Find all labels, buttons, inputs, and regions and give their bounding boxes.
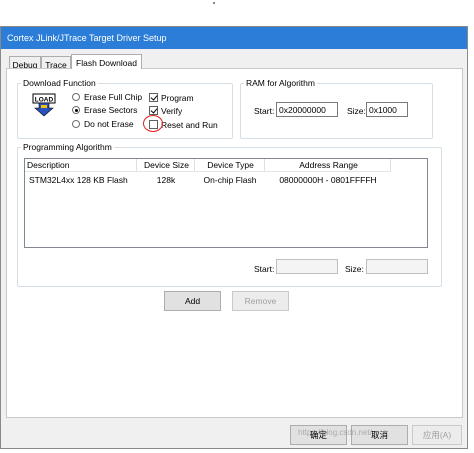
ram-start-input[interactable]: 0x20000000 (276, 102, 338, 117)
column-header-description[interactable]: Description (25, 159, 137, 172)
annotation-circle (143, 115, 163, 132)
cell-device-type: On-chip Flash (203, 175, 257, 185)
tab-flash-download[interactable]: Flash Download (71, 54, 142, 69)
erase-full-chip-radio[interactable] (72, 93, 80, 101)
program-label: Program (161, 93, 194, 103)
ram-start-label: Start: (254, 106, 275, 116)
table-row[interactable]: STM32L4xx 128 KB Flash 128k On-chip Flas… (25, 173, 391, 186)
do-not-erase-label: Do not Erase (84, 119, 134, 129)
column-header-address-range[interactable]: Address Range (265, 159, 391, 172)
setup-dialog: Cortex JLink/JTrace Target Driver Setup … (0, 26, 468, 449)
remove-button[interactable]: Remove (232, 291, 289, 311)
cell-address-range: 08000000H - 0801FFFFH (279, 175, 377, 185)
column-header-device-size[interactable]: Device Size (137, 159, 195, 172)
ram-for-algorithm-label: RAM for Algorithm (244, 78, 317, 88)
erase-full-chip-label: Erase Full Chip (84, 92, 143, 102)
algorithm-size-input[interactable] (366, 259, 428, 274)
cell-description: STM32L4xx 128 KB Flash (29, 175, 128, 185)
stray-dot (213, 2, 215, 4)
reset-and-run-label: Reset and Run (161, 120, 218, 130)
title-bar: Cortex JLink/JTrace Target Driver Setup (1, 27, 467, 49)
column-header-device-type[interactable]: Device Type (195, 159, 265, 172)
ram-size-input[interactable]: 0x1000 (366, 102, 408, 117)
window-title: Cortex JLink/JTrace Target Driver Setup (7, 33, 167, 43)
programming-algorithm-label: Programming Algorithm (21, 142, 114, 152)
erase-sectors-radio[interactable] (72, 106, 80, 114)
program-checkbox[interactable] (149, 93, 158, 102)
algorithm-table: Description Device Size Device Type Addr… (24, 158, 428, 248)
algorithm-size-label: Size: (345, 264, 364, 274)
watermark: https://blog.csdn.net/... (298, 428, 379, 437)
do-not-erase-radio[interactable] (72, 120, 80, 128)
cell-device-size: 128k (156, 175, 176, 185)
svg-text:LOAD: LOAD (35, 96, 54, 103)
download-function-label: Download Function (21, 78, 98, 88)
algorithm-start-label: Start: (254, 264, 275, 274)
ram-size-label: Size: (347, 106, 366, 116)
add-button[interactable]: Add (164, 291, 221, 311)
load-icon: LOAD (32, 93, 56, 117)
apply-button[interactable]: 应用(A) (412, 425, 462, 445)
verify-label: Verify (161, 106, 183, 116)
verify-checkbox[interactable] (149, 106, 158, 115)
erase-sectors-label: Erase Sectors (84, 105, 138, 115)
algorithm-start-input[interactable] (276, 259, 338, 274)
